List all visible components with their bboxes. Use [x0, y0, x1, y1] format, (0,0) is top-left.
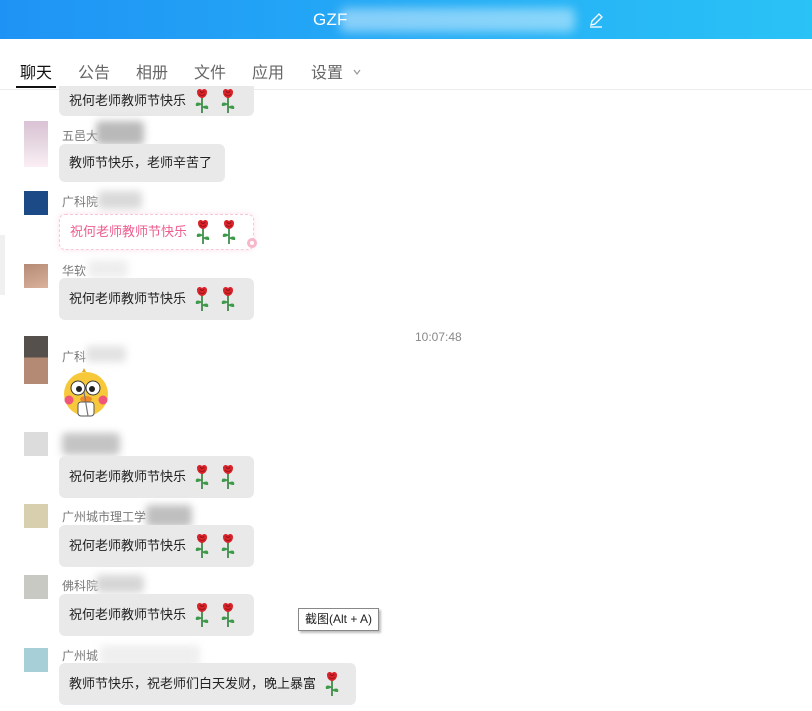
duck-sticker[interactable]	[62, 368, 110, 418]
avatar[interactable]	[24, 432, 48, 456]
redacted-name-blur	[96, 575, 144, 593]
message-text: 教师节快乐，老师辛苦了	[69, 155, 213, 170]
avatar[interactable]	[24, 575, 48, 599]
message-text: 祝何老师教师节快乐	[69, 93, 187, 108]
bubble-flower-decoration-icon	[247, 238, 257, 248]
rose-icon	[194, 602, 210, 628]
rose-icon	[220, 286, 236, 312]
message-bubble[interactable]: 祝何老师教师节快乐	[59, 456, 254, 498]
message-bubble[interactable]: 祝何老师教师节快乐	[59, 525, 254, 567]
sender-name: 广州城	[62, 649, 99, 663]
sender-name: 五邑大	[62, 129, 99, 143]
sender-name: 广科院	[62, 195, 99, 209]
rose-icon	[194, 88, 210, 114]
avatar[interactable]	[24, 504, 48, 528]
message-text: 祝何老师教师节快乐	[69, 469, 187, 484]
tab-album[interactable]: 相册	[136, 59, 168, 83]
active-tab-underline	[16, 86, 56, 88]
rose-icon	[194, 286, 210, 312]
avatar[interactable]	[24, 264, 48, 288]
avatar[interactable]	[24, 121, 48, 167]
redacted-name-blur	[62, 433, 120, 455]
chevron-down-icon	[353, 69, 361, 75]
avatar[interactable]	[24, 648, 48, 672]
screenshot-tooltip: 截图(Alt + A)	[298, 608, 380, 631]
message-bubble[interactable]: 教师节快乐，老师辛苦了	[59, 144, 225, 182]
timestamp: 10:07:48	[415, 330, 462, 344]
sender-name: 广州城市理工学	[62, 510, 147, 524]
redacted-name-blur	[86, 346, 126, 362]
sender-name: 华软	[62, 264, 87, 278]
message-text: 教师节快乐，祝老师们白天发财，晚上暴富	[69, 676, 317, 691]
rose-icon	[195, 219, 211, 245]
message-text: 祝何老师教师节快乐	[70, 224, 188, 239]
sender-name: 佛科院	[62, 579, 99, 593]
sender-name: 广科	[62, 350, 87, 364]
tab-settings-label: 设置	[311, 65, 344, 82]
redacted-name-blur	[96, 121, 144, 145]
tab-settings[interactable]: 设置	[311, 59, 361, 83]
avatar[interactable]	[24, 336, 48, 384]
rose-icon	[194, 533, 210, 559]
message-text: 祝何老师教师节快乐	[69, 291, 187, 306]
message-bubble[interactable]: 祝何老师教师节快乐	[59, 86, 254, 116]
left-edge	[0, 235, 5, 295]
message-bubble[interactable]: 祝何老师教师节快乐	[59, 594, 254, 636]
tab-chat[interactable]: 聊天	[20, 59, 52, 83]
rose-icon	[220, 533, 236, 559]
rose-icon	[194, 464, 210, 490]
message-bubble[interactable]: 教师节快乐，祝老师们白天发财，晚上暴富	[59, 663, 356, 705]
rose-icon	[220, 464, 236, 490]
redacted-name-blur	[88, 260, 128, 278]
tab-files[interactable]: 文件	[194, 59, 226, 83]
avatar[interactable]	[24, 191, 48, 215]
tab-announcement[interactable]: 公告	[78, 59, 110, 83]
rose-icon	[220, 88, 236, 114]
redacted-title-blur	[340, 8, 575, 32]
rose-icon	[221, 219, 237, 245]
tab-bar: 聊天 公告 相册 文件 应用 设置	[0, 39, 812, 90]
tab-apps[interactable]: 应用	[252, 59, 284, 83]
rose-icon	[324, 671, 340, 697]
rose-icon	[220, 602, 236, 628]
message-bubble-decorated[interactable]: 祝何老师教师节快乐	[59, 214, 254, 250]
title-bar: GZF	[0, 0, 812, 39]
redacted-name-blur	[98, 191, 142, 209]
redacted-name-blur	[146, 505, 192, 527]
edit-icon[interactable]	[588, 12, 604, 28]
message-text: 祝何老师教师节快乐	[69, 607, 187, 622]
message-bubble[interactable]: 祝何老师教师节快乐	[59, 278, 254, 320]
message-text: 祝何老师教师节快乐	[69, 538, 187, 553]
